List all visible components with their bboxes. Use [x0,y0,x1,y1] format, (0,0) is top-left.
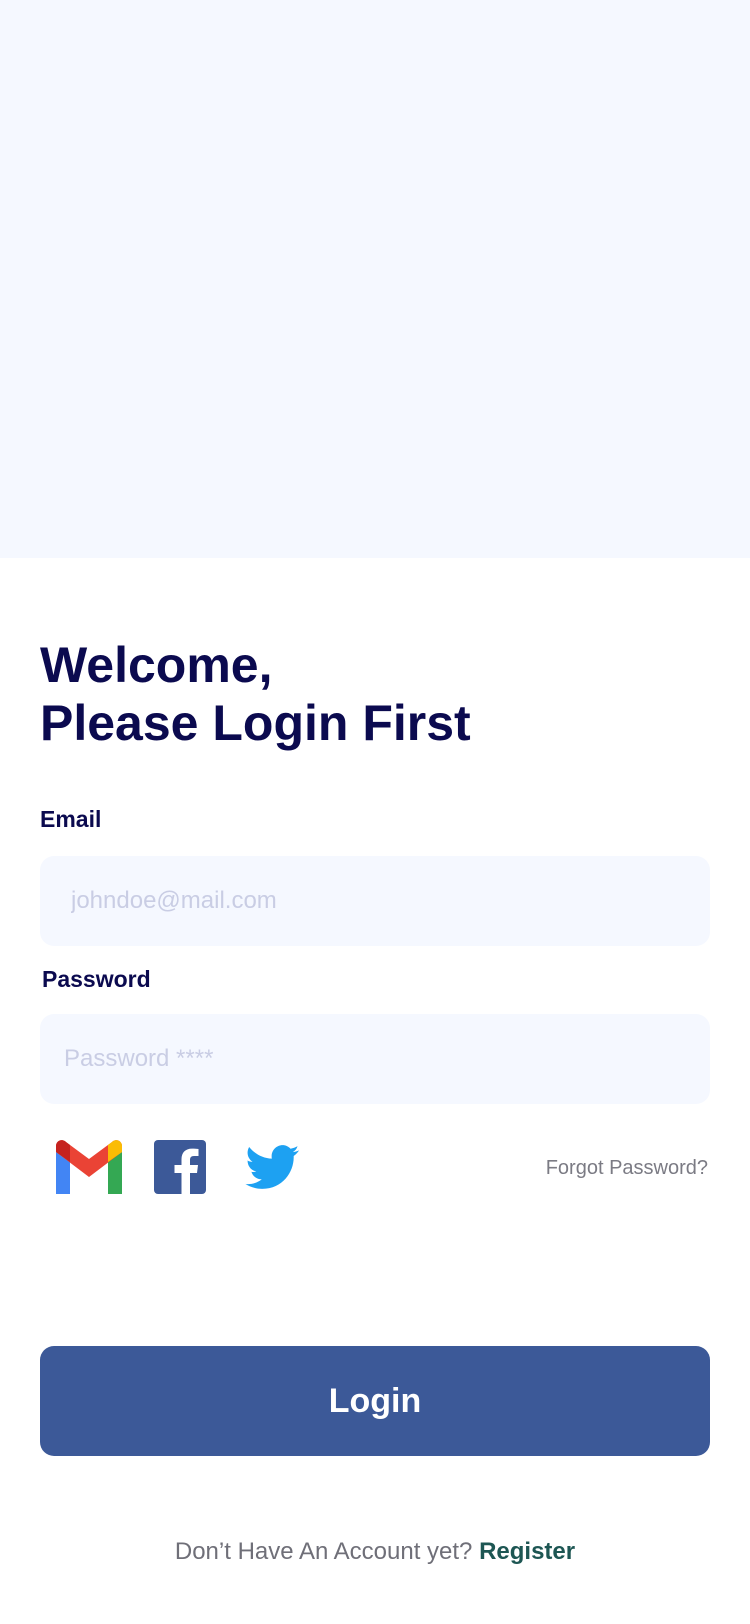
page-title: Welcome, Please Login First [40,636,471,752]
email-field[interactable] [40,856,710,946]
no-account-text: Don’t Have An Account yet? [174,1538,473,1565]
gmail-icon[interactable] [56,1140,122,1194]
password-label: Password [42,966,151,992]
forgot-password-link[interactable]: Forgot Password? [546,1157,708,1180]
twitter-icon[interactable] [242,1140,304,1194]
login-prompt-line: Please Login First [40,695,471,751]
email-label: Email [40,806,102,832]
password-field[interactable] [40,1014,710,1104]
facebook-icon[interactable] [154,1140,206,1194]
register-prompt: Don’t Have An Account yet? Register [0,1538,750,1566]
social-login-group [56,1140,304,1194]
register-link[interactable]: Register [479,1538,575,1565]
login-button[interactable]: Login [40,1346,710,1456]
hero-background [0,0,750,558]
welcome-line: Welcome, [40,637,273,693]
